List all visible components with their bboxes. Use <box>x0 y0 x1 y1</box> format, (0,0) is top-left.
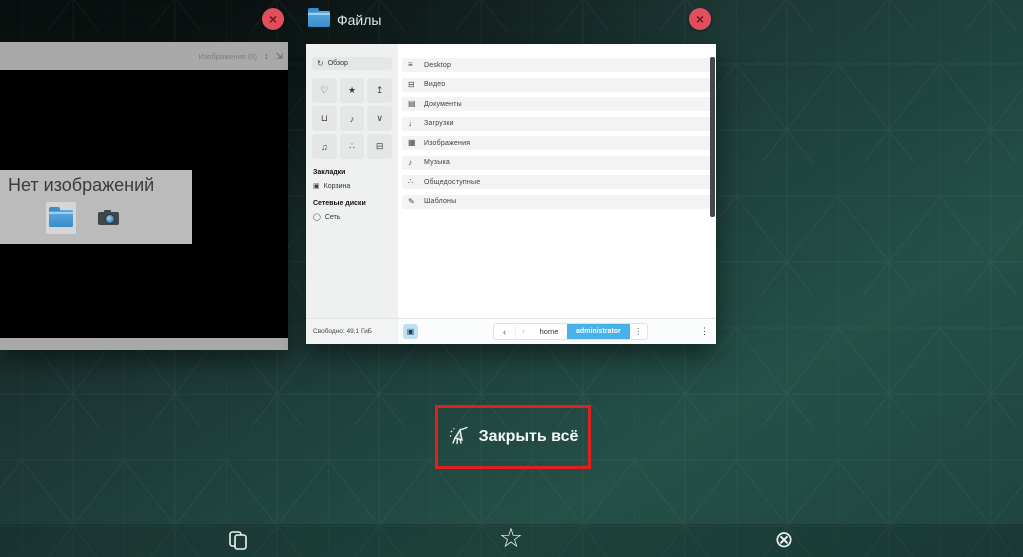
sidebar-places-grid: ♡ ★ ↥ ⊔ ♪ ∨ ♫ ∴ ⊟ <box>312 78 392 159</box>
close-icon: × <box>269 12 277 26</box>
music-folder-icon: ♪ <box>408 159 417 167</box>
downloads-folder-icon: ↓ <box>408 120 417 128</box>
file-row-public[interactable]: ∴ Общедоступные <box>402 175 712 189</box>
chevron-left-icon: ‹ <box>503 327 506 337</box>
file-row-music[interactable]: ♪ Музыка <box>402 156 712 170</box>
back-button[interactable]: ‹ <box>494 324 516 339</box>
folder-icon <box>49 210 73 227</box>
fullscreen-icon[interactable]: ⇲ <box>275 52 283 61</box>
camera-icon[interactable] <box>98 212 119 225</box>
file-row-pictures[interactable]: ▦ Изображения <box>402 136 712 150</box>
overview-desktop: × Изображения (0) ↕ ⇲ Нет изображений Фа… <box>0 0 1023 557</box>
shared-icon: ∴ <box>349 141 355 152</box>
files-window-thumbnail[interactable]: ↻ Обзор ♡ ★ ↥ ⊔ ♪ ∨ ♫ ∴ ⊟ Закладки ▣ Кор… <box>306 44 716 344</box>
files-window-title: Файлы <box>337 12 381 28</box>
files-close-button[interactable]: × <box>689 8 711 30</box>
documents-folder-icon: ▤ <box>408 100 417 108</box>
files-bottombar: Свободно: 49,1 ГиБ ▣ ‹ › home administra… <box>306 318 716 344</box>
place-button-3[interactable]: ⊔ <box>312 106 337 131</box>
close-session-button[interactable]: ⊗ <box>768 528 800 551</box>
kebab-menu-icon: ⋮ <box>700 326 709 336</box>
sidebar-item-trash[interactable]: ▣ Корзина <box>313 183 391 190</box>
place-button-2[interactable]: ↥ <box>367 78 392 103</box>
path-separator: › <box>516 324 531 339</box>
show-windows-button[interactable] <box>227 529 249 555</box>
bookmarks-heading: Закладки <box>313 169 391 176</box>
broom-icon <box>448 426 470 448</box>
files-app-icon <box>308 11 330 27</box>
chevron-right-icon: › <box>522 328 524 335</box>
templates-folder-icon: ✎ <box>408 198 417 206</box>
music-icon: ♪ <box>350 114 355 124</box>
path-segment-home[interactable]: home <box>531 324 567 339</box>
view-toggle-button[interactable]: ▣ <box>403 324 418 339</box>
viewer-close-button[interactable]: × <box>262 8 284 30</box>
file-row-downloads[interactable]: ↓ Загрузки <box>402 117 712 131</box>
place-button-favorites[interactable]: ♡ <box>312 78 337 103</box>
free-space-text: Свободно: 49,1 ГиБ <box>313 328 372 335</box>
close-icon: × <box>696 12 704 26</box>
viewer-statusbar <box>0 338 288 350</box>
overview-icon: ↻ <box>317 60 324 68</box>
place-button-1[interactable]: ★ <box>340 78 365 103</box>
kebab-menu-icon: ⋮ <box>634 327 642 336</box>
windows-overview-icon <box>227 529 249 551</box>
close-all-label: Закрыть всё <box>479 428 579 446</box>
file-row-videos[interactable]: ⊟ Видео <box>402 78 712 92</box>
path-segment-current[interactable]: administrator <box>567 324 630 339</box>
star-icon: ☆ <box>499 523 523 553</box>
place-button-7[interactable]: ∴ <box>340 134 365 159</box>
pictures-folder-icon: ▦ <box>408 139 417 147</box>
free-space-panel: Свободно: 49,1 ГиБ <box>306 319 398 344</box>
empty-state-message: Нет изображений <box>8 175 184 196</box>
file-row-documents[interactable]: ▤ Документы <box>402 97 712 111</box>
sidebar-item-network[interactable]: ◯ Сеть <box>313 214 391 221</box>
circled-x-icon: ⊗ <box>774 526 793 552</box>
network-icon: ◯ <box>313 214 321 221</box>
place-button-5[interactable]: ∨ <box>367 106 392 131</box>
downloads-icon: ∨ <box>376 113 383 124</box>
viewer-window-thumbnail[interactable]: Изображения (0) ↕ ⇲ Нет изображений <box>0 42 288 350</box>
open-folder-button[interactable] <box>46 202 76 234</box>
upload-icon: ↥ <box>376 85 384 96</box>
pathbar: ‹ › home administrator ⋮ <box>493 323 648 340</box>
media-icon: ♫ <box>321 142 328 152</box>
desktop-icon: ⊔ <box>321 113 328 124</box>
network-heading: Сетевые диски <box>313 200 391 207</box>
viewer-status-text: Изображения (0) <box>199 52 257 61</box>
public-folder-icon: ∴ <box>408 178 417 186</box>
sort-icon[interactable]: ↕ <box>264 52 269 61</box>
place-button-8[interactable]: ⊟ <box>367 134 392 159</box>
star-icon: ★ <box>348 85 356 96</box>
file-row-desktop[interactable]: ≡ Desktop <box>402 58 712 72</box>
close-all-button[interactable]: Закрыть всё <box>435 405 591 469</box>
bottombar-overflow-button[interactable]: ⋮ <box>700 327 709 336</box>
desktop-folder-icon: ≡ <box>408 61 417 69</box>
files-list: ≡ Desktop ⊟ Видео ▤ Документы ↓ Загрузки… <box>398 44 716 318</box>
files-sidebar: ↻ Обзор ♡ ★ ↥ ⊔ ♪ ∨ ♫ ∴ ⊟ Закладки ▣ Кор… <box>306 44 398 318</box>
heart-icon: ♡ <box>320 85 328 96</box>
place-button-4[interactable]: ♪ <box>340 106 365 131</box>
trash-icon: ▣ <box>313 183 320 190</box>
file-row-templates[interactable]: ✎ Шаблоны <box>402 195 712 209</box>
favorites-button[interactable]: ☆ <box>495 525 527 552</box>
empty-state-panel: Нет изображений <box>0 170 192 244</box>
grid-view-icon: ▣ <box>407 327 415 336</box>
place-button-6[interactable]: ♫ <box>312 134 337 159</box>
videos-folder-icon: ⊟ <box>408 81 417 89</box>
files-scrollbar[interactable] <box>710 57 715 217</box>
path-menu-button[interactable]: ⋮ <box>630 324 647 339</box>
sidebar-overview-button[interactable]: ↻ Обзор <box>312 57 392 70</box>
viewer-toolbar: Изображения (0) ↕ ⇲ <box>0 42 288 70</box>
disk-icon: ⊟ <box>376 141 384 152</box>
